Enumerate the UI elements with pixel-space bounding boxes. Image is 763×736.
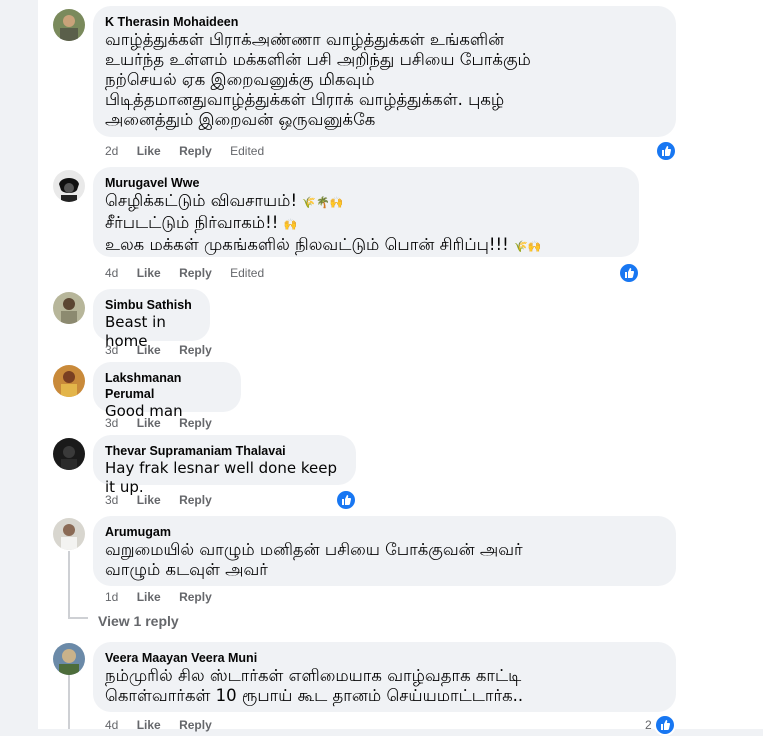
comment-bubble: Murugavel Wwe செழிக்கட்டும் விவசாயம்! 🌾🌴…	[93, 167, 639, 257]
reply-thread-line	[68, 551, 70, 619]
comment-time[interactable]: 3d	[105, 343, 118, 357]
edited-label[interactable]: Edited	[230, 266, 264, 280]
comment-bubble: K Therasin Mohaideen வாழ்த்துக்கள் பிராக…	[93, 6, 676, 137]
comment-text: செழிக்கட்டும் விவசாயம்!	[105, 191, 298, 210]
comment-actions: 4d Like Reply	[105, 718, 227, 732]
like-reaction-icon[interactable]	[618, 262, 640, 284]
like-button[interactable]: Like	[137, 718, 161, 732]
like-reaction-icon[interactable]	[335, 489, 357, 511]
reply-button[interactable]: Reply	[179, 718, 212, 732]
emoji-group: 🙌	[283, 218, 298, 231]
avatar[interactable]	[53, 518, 85, 550]
comment-text: Hay frak lesnar well done keep it up.	[105, 459, 337, 496]
comment-author[interactable]: Arumugam	[105, 524, 664, 540]
comment-bubble: Simbu Sathish Beast in home	[93, 289, 210, 350]
comment-text-line: உலக மக்கள் முகங்களில் நிலவட்டும் பொன் சி…	[105, 235, 627, 257]
reply-button[interactable]: Reply	[179, 266, 212, 280]
avatar[interactable]	[53, 438, 85, 470]
view-replies-link[interactable]: View 1 reply	[98, 613, 179, 629]
reply-button[interactable]: Reply	[179, 416, 212, 430]
avatar[interactable]	[53, 9, 85, 41]
reply-button[interactable]: Reply	[179, 343, 212, 357]
reply-thread-line	[68, 675, 70, 729]
reply-button[interactable]: Reply	[179, 590, 212, 604]
avatar[interactable]	[53, 292, 85, 324]
comment-text-line: சீர்படட்டும் நிர்வாகம்!! 🙌	[105, 213, 627, 235]
like-reaction-icon[interactable]	[654, 714, 676, 736]
comment-bubble: Thevar Supramaniam Thalavai Hay frak les…	[93, 435, 356, 496]
comment-actions: 3d Like Reply	[105, 493, 227, 507]
like-button[interactable]: Like	[137, 343, 161, 357]
reply-button[interactable]: Reply	[179, 144, 212, 158]
comment-author[interactable]: Murugavel Wwe	[105, 175, 627, 191]
comment-time[interactable]: 3d	[105, 416, 118, 430]
comment-bubble: Lakshmanan Perumal Good man	[93, 362, 241, 420]
like-button[interactable]: Like	[137, 493, 161, 507]
comment-actions: 3d Like Reply	[105, 343, 227, 357]
comment-text: வறுமையில் வாழும் மனிதன் பசியை போக்குவன் …	[105, 540, 523, 579]
comment-author[interactable]: K Therasin Mohaideen	[105, 14, 664, 30]
avatar[interactable]	[53, 365, 85, 397]
comment-author[interactable]: Simbu Sathish	[105, 297, 198, 313]
comment-text: நம்முரில் சில ஸ்டார்கள் எளிமையாக வாழ்வதா…	[105, 666, 524, 705]
avatar[interactable]	[53, 643, 85, 675]
comment-time[interactable]: 1d	[105, 590, 118, 604]
comment-text: உலக மக்கள் முகங்களில் நிலவட்டும் பொன் சி…	[105, 235, 509, 254]
like-button[interactable]: Like	[137, 266, 161, 280]
reaction-count[interactable]: 2	[645, 718, 652, 732]
comment-time[interactable]: 2d	[105, 144, 118, 158]
avatar[interactable]	[53, 170, 85, 202]
like-button[interactable]: Like	[137, 590, 161, 604]
comment-actions: 3d Like Reply	[105, 416, 227, 430]
like-button[interactable]: Like	[137, 144, 161, 158]
comment-bubble: Arumugam வறுமையில் வாழும் மனிதன் பசியை ப…	[93, 516, 676, 586]
comment-author[interactable]: Veera Maayan Veera Muni	[105, 650, 664, 666]
comment-author[interactable]: Lakshmanan Perumal	[105, 370, 229, 402]
comment-time[interactable]: 3d	[105, 493, 118, 507]
comment-actions: 4d Like Reply Edited	[105, 266, 279, 280]
edited-label[interactable]: Edited	[230, 144, 264, 158]
comment-actions: 1d Like Reply	[105, 590, 227, 604]
comment-author[interactable]: Thevar Supramaniam Thalavai	[105, 443, 344, 459]
reply-button[interactable]: Reply	[179, 493, 212, 507]
comment-bubble: Veera Maayan Veera Muni நம்முரில் சில ஸ்…	[93, 642, 676, 712]
like-button[interactable]: Like	[137, 416, 161, 430]
comment-time[interactable]: 4d	[105, 718, 118, 732]
emoji-group: 🌾🙌	[514, 240, 542, 253]
comment-text: சீர்படட்டும் நிர்வாகம்!!	[105, 213, 279, 232]
comment-time[interactable]: 4d	[105, 266, 118, 280]
emoji-group: 🌾🌴🙌	[302, 196, 344, 209]
comment-actions: 2d Like Reply Edited	[105, 144, 279, 158]
like-reaction-icon[interactable]	[655, 140, 677, 162]
comment-text-line: செழிக்கட்டும் விவசாயம்! 🌾🌴🙌	[105, 191, 627, 213]
comment-text: வாழ்த்துக்கள் பிராக்அண்ணா வாழ்த்துக்கள் …	[105, 30, 531, 129]
reply-thread-line	[68, 617, 88, 619]
